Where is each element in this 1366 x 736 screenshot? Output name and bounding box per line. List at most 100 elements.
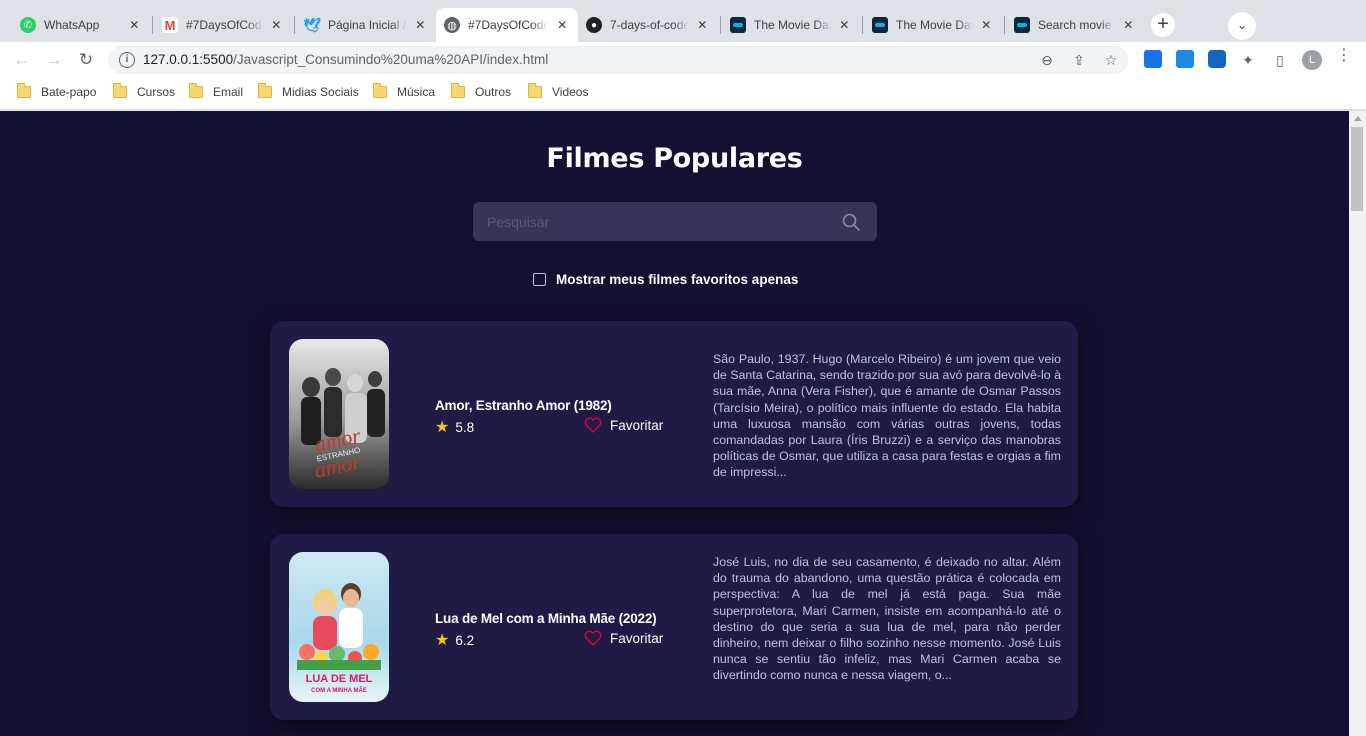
folder-icon	[113, 83, 127, 98]
tmdb-icon	[872, 17, 888, 33]
movie-title-text: Lua de Mel com a Minha Mãe (2022)	[435, 611, 657, 626]
tmdb-icon	[1014, 17, 1030, 33]
close-icon[interactable]: ✕	[695, 18, 710, 32]
favorite-button[interactable]: Favoritar	[584, 417, 663, 433]
folder-icon	[17, 83, 31, 98]
tab-title: The Movie Database	[754, 18, 831, 32]
poster-lua-de-mel-image: LUA DE MEL COM A MINHA MÃE	[289, 552, 389, 702]
reload-button[interactable]: ↻	[74, 48, 98, 72]
favorites-filter[interactable]: Mostrar meus filmes favoritos apenas	[533, 272, 798, 287]
puzzle-icon[interactable]: ✦	[1239, 51, 1257, 69]
close-icon[interactable]: ✕	[1121, 18, 1136, 32]
star-icon: ★	[435, 419, 450, 436]
zoom-icon[interactable]: ⊖	[1038, 51, 1056, 69]
new-tab-button[interactable]: +	[1151, 13, 1175, 37]
site-info-icon[interactable]: i	[119, 52, 135, 68]
movie-description: São Paulo, 1937. Hugo (Marcelo Ribeiro) …	[713, 352, 1061, 480]
tab-divider	[720, 16, 721, 34]
bookmark-label: Email	[213, 85, 244, 99]
movie-description: José Luis, no dia de seu casamento, é de…	[713, 555, 1061, 683]
whatsapp-icon: ✆	[20, 17, 36, 33]
bookmark-cursos[interactable]: Cursos	[113, 83, 175, 99]
tab-divider	[294, 16, 295, 34]
browser-toolbar: ← → ↻ i 127.0.0.1:5500/Javascript_Consum…	[0, 42, 1366, 78]
url-host: 127.0.0.1:5500	[143, 52, 234, 67]
movie-poster[interactable]: LUA DE MEL COM A MINHA MÃE	[289, 552, 389, 702]
scroll-up-icon[interactable]	[1354, 116, 1362, 121]
tab-github[interactable]: ● 7-days-of-code ✕	[578, 8, 718, 42]
scrollbar-thumb[interactable]	[1351, 127, 1363, 211]
bookmark-label: Videos	[552, 85, 589, 99]
folder-icon	[451, 83, 465, 98]
bookmark-email[interactable]: Email	[189, 83, 244, 99]
favorites-checkbox[interactable]	[533, 273, 546, 286]
address-bar[interactable]: i 127.0.0.1:5500/Javascript_Consumindo%2…	[108, 46, 1128, 74]
tab-search-button[interactable]: ⌄	[1228, 12, 1256, 40]
gmail-icon: M	[162, 17, 178, 33]
tab-title: Search movie	[1038, 18, 1112, 32]
reload-icon: ↻	[78, 50, 94, 69]
back-button[interactable]: ←	[10, 48, 34, 72]
bookmark-star-icon[interactable]: ☆	[1102, 51, 1120, 69]
extension-icon-3[interactable]	[1208, 50, 1226, 68]
favorites-filter-label[interactable]: Mostrar meus filmes favoritos apenas	[556, 272, 798, 287]
extension-icon-2[interactable]	[1176, 50, 1194, 68]
folder-icon	[258, 83, 272, 98]
forward-button[interactable]: →	[42, 48, 66, 72]
bookmarks-bar: Bate-papo Cursos Email Midias Sociais Mú…	[0, 78, 1366, 110]
bookmark-label: Midias Sociais	[282, 85, 359, 99]
tab-title: #7DaysOfCode	[186, 18, 263, 32]
tmdb-icon	[730, 17, 746, 33]
search-box	[473, 202, 877, 241]
close-icon[interactable]: ✕	[554, 18, 570, 32]
bookmark-label: Bate-papo	[41, 85, 97, 99]
tab-twitter[interactable]: 🕊 Página Inicial / Twitter ✕	[296, 8, 436, 42]
tab-title: Página Inicial / Twitter	[328, 18, 407, 32]
bookmark-videos[interactable]: Videos	[528, 83, 589, 99]
search-input[interactable]	[473, 202, 833, 241]
page-title: Filmes Populares	[546, 143, 803, 174]
tab-divider	[862, 16, 863, 34]
tab-tmdb-1[interactable]: The Movie Database ✕	[722, 8, 860, 42]
side-panel-icon[interactable]: ▯	[1271, 51, 1289, 69]
close-icon[interactable]: ✕	[837, 18, 852, 32]
url-text[interactable]: 127.0.0.1:5500/Javascript_Consumindo%20u…	[143, 52, 548, 67]
poster-amor-estranho-amor-image: amor ESTRANHO amor	[289, 339, 389, 489]
bookmark-outros[interactable]: Outros	[451, 83, 512, 99]
svg-text:COM A MINHA MÃE: COM A MINHA MÃE	[311, 687, 367, 694]
bookmark-musica[interactable]: Música	[373, 83, 436, 99]
heart-icon	[584, 417, 602, 433]
tab-gmail[interactable]: M #7DaysOfCode ✕	[154, 8, 292, 42]
bookmark-bate-papo[interactable]: Bate-papo	[17, 83, 97, 99]
extension-icon-1[interactable]	[1144, 50, 1162, 68]
movie-rating: ★ 6.2	[435, 630, 474, 650]
tab-divider	[1004, 16, 1005, 34]
menu-dots-icon[interactable]: ⋮	[1336, 48, 1352, 64]
bookmark-midias-sociais[interactable]: Midias Sociais	[258, 83, 359, 99]
search-icon[interactable]	[841, 212, 861, 232]
tab-whatsapp[interactable]: ✆ WhatsApp ✕	[12, 8, 150, 42]
bookmark-label: Música	[397, 85, 436, 99]
url-path: /Javascript_Consumindo%20uma%20API/index…	[233, 52, 549, 67]
tab-title: WhatsApp	[44, 18, 100, 32]
profile-avatar[interactable]: L	[1302, 50, 1322, 70]
tab-7daysofcode-active[interactable]: ◍ #7DaysOfCode ✕	[436, 8, 578, 42]
tab-tmdb-2[interactable]: The Movie Database ✕	[864, 8, 1002, 42]
tab-tmdb-search[interactable]: Search movie ✕	[1006, 8, 1144, 42]
close-icon[interactable]: ✕	[127, 18, 142, 32]
page-scrollbar[interactable]	[1349, 111, 1366, 736]
movie-poster[interactable]: amor ESTRANHO amor	[289, 339, 389, 489]
folder-icon	[528, 83, 542, 98]
share-icon[interactable]: ⇪	[1070, 51, 1088, 69]
close-icon[interactable]: ✕	[979, 18, 994, 32]
bookmark-label: Outros	[475, 85, 512, 99]
folder-icon	[189, 83, 203, 98]
arrow-right-icon: →	[45, 50, 63, 69]
movie-card: LUA DE MEL COM A MINHA MÃE Lua de Mel co…	[270, 534, 1078, 720]
favorite-button[interactable]: Favoritar	[584, 630, 663, 646]
rating-value: 5.8	[455, 419, 475, 435]
movie-title: Amor, Estranho Amor (1982)	[435, 397, 612, 415]
rating-value: 6.2	[455, 632, 475, 648]
close-icon[interactable]: ✕	[269, 18, 284, 32]
close-icon[interactable]: ✕	[413, 18, 428, 32]
